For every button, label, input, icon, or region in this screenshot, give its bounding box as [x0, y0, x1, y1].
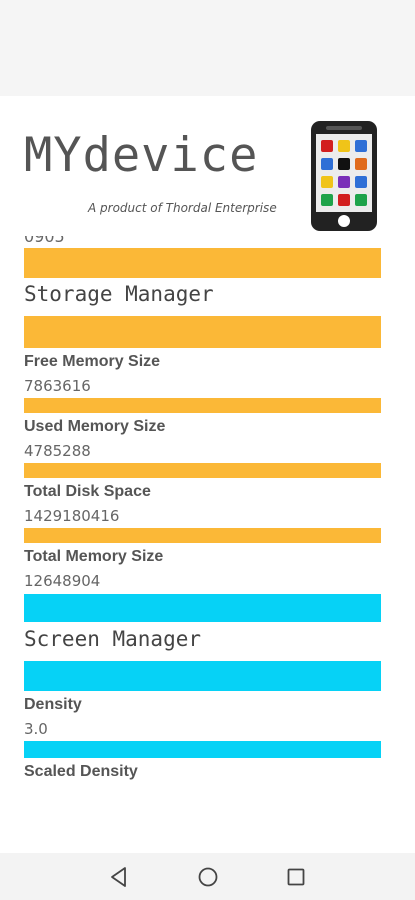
- total-memory-value: 12648904: [24, 572, 101, 590]
- app-subtitle: A product of Thordal Enterprise: [88, 201, 277, 215]
- screen-section-title: Screen Manager: [24, 627, 202, 651]
- back-triangle-icon[interactable]: [107, 865, 131, 889]
- app-header: MYdevice A product of Thordal Enterprise: [0, 96, 415, 236]
- partial-value: 0905: [24, 236, 65, 246]
- density-value: 3.0: [24, 720, 48, 738]
- info-list[interactable]: 0905 Storage Manager Free Memory Size 78…: [0, 236, 415, 780]
- section-divider-bar: [24, 248, 381, 278]
- total-disk-label: Total Disk Space: [24, 483, 151, 500]
- section-divider-bar: [24, 594, 381, 622]
- item-divider-bar: [24, 398, 381, 413]
- section-divider-bar: [24, 661, 381, 691]
- density-label: Density: [24, 696, 82, 713]
- scaled-density-label: Scaled Density: [24, 763, 138, 780]
- used-memory-label: Used Memory Size: [24, 418, 166, 435]
- item-divider-bar: [24, 463, 381, 478]
- home-circle-icon[interactable]: [196, 865, 220, 889]
- item-divider-bar: [24, 528, 381, 543]
- free-memory-label: Free Memory Size: [24, 353, 161, 370]
- navigation-bar: [0, 853, 415, 900]
- recents-square-icon[interactable]: [284, 865, 308, 889]
- status-bar: [0, 0, 415, 96]
- total-disk-value: 1429180416: [24, 507, 120, 525]
- section-divider-bar: [24, 316, 381, 348]
- app-title: MYdevice: [24, 128, 259, 183]
- storage-section-title: Storage Manager: [24, 282, 214, 306]
- item-divider-bar: [24, 741, 381, 758]
- phone-logo-icon: [311, 121, 377, 231]
- used-memory-value: 4785288: [24, 442, 91, 460]
- free-memory-value: 7863616: [24, 377, 91, 395]
- total-memory-label: Total Memory Size: [24, 548, 164, 565]
